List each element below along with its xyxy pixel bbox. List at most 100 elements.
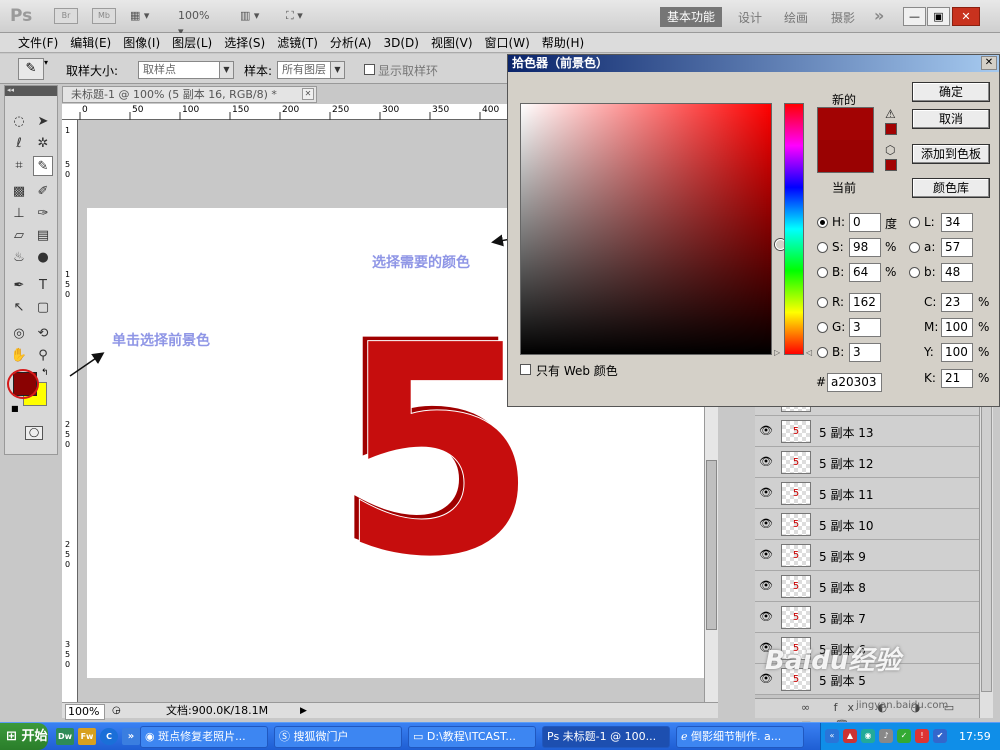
bridge-button[interactable]: Br — [54, 8, 78, 24]
tray-volume-icon[interactable]: ♪ — [879, 729, 893, 743]
eye-icon[interactable]: 👁 — [759, 456, 773, 468]
quick-mask-icon[interactable]: ◯ — [25, 426, 43, 440]
crop-tool-icon[interactable]: ⌗ — [9, 156, 29, 176]
color-libraries-button[interactable]: 颜色库 — [912, 178, 990, 198]
blue-input[interactable]: 3 — [849, 343, 881, 362]
pen-tool-icon[interactable]: ✒ — [9, 276, 29, 296]
eye-icon[interactable]: 👁 — [759, 549, 773, 561]
status-zoom[interactable]: 100% — [65, 704, 105, 720]
menu-window[interactable]: 窗口(W) — [479, 33, 536, 52]
lab-l-radio[interactable] — [909, 217, 920, 228]
red-radio[interactable] — [817, 297, 828, 308]
blue-radio[interactable] — [817, 347, 828, 358]
layer-row[interactable]: 👁 5 5 副本 10 — [755, 509, 979, 540]
menu-analysis[interactable]: 分析(A) — [324, 33, 378, 52]
dodge-tool-icon[interactable]: ● — [33, 248, 53, 268]
document-tab[interactable]: 未标题-1 @ 100% (5 副本 16, RGB/8) * ✕ — [62, 86, 317, 103]
arrange-documents-dropdown[interactable]: ▥ ▾ — [240, 8, 272, 24]
scrollbar-thumb[interactable] — [706, 460, 717, 630]
screen-mode-dropdown[interactable]: ⛶ ▾ — [286, 8, 320, 24]
shape-tool-icon[interactable]: ▢ — [33, 298, 53, 318]
tray-expand-icon[interactable]: « — [825, 729, 839, 743]
status-menu-arrow-icon[interactable]: ▶ — [300, 704, 307, 718]
taskbar-item[interactable]: Ⓢ 搜狐微门户 — [274, 726, 402, 748]
yellow-input[interactable]: 100 — [941, 343, 973, 362]
blur-tool-icon[interactable]: ♨ — [9, 248, 29, 268]
layer-row[interactable]: 👁 5 5 副本 7 — [755, 602, 979, 633]
eye-icon[interactable]: 👁 — [759, 425, 773, 437]
hue-slider-arrow-right-icon[interactable]: ◁ — [806, 348, 812, 357]
marquee-tool-icon[interactable]: ◌ — [9, 112, 29, 132]
eye-icon[interactable]: 👁 — [759, 487, 773, 499]
layer-row[interactable]: 👁 5 5 副本 13 — [755, 416, 979, 447]
workspace-essentials[interactable]: 基本功能 — [660, 7, 722, 27]
mini-bridge-button[interactable]: Mb — [92, 8, 116, 24]
gamut-color-swatch[interactable] — [885, 123, 897, 135]
hue-slider-arrow-left-icon[interactable]: ▷ — [774, 348, 780, 357]
eye-icon[interactable]: 👁 — [759, 580, 773, 592]
workspace-painting[interactable]: 绘画 — [784, 9, 808, 26]
saturation-radio[interactable] — [817, 242, 828, 253]
eraser-tool-icon[interactable]: ▱ — [9, 226, 29, 246]
taskbar-item-active[interactable]: Ps 未标题-1 @ 100... — [542, 726, 670, 748]
start-button[interactable]: ⊞ 开始 — [0, 723, 48, 750]
status-info-icon[interactable]: ◶ — [112, 704, 121, 718]
brush-tool-icon[interactable]: ✐ — [33, 182, 53, 202]
tray-network-icon[interactable]: ◉ — [861, 729, 875, 743]
brightness-input[interactable]: 64 — [849, 263, 881, 282]
cyan-input[interactable]: 23 — [941, 293, 973, 312]
preset-dropdown-arrow-icon[interactable]: ▾ — [44, 58, 48, 67]
more-workspaces-icon[interactable]: » — [874, 6, 884, 25]
menu-filter[interactable]: 滤镜(T) — [271, 33, 324, 52]
ok-button[interactable]: 确定 — [912, 82, 990, 102]
gradient-tool-icon[interactable]: ▤ — [33, 226, 53, 246]
cancel-button[interactable]: 取消 — [912, 109, 990, 129]
lasso-tool-icon[interactable]: ℓ — [9, 134, 29, 154]
menu-file[interactable]: 文件(F) — [12, 33, 64, 52]
layer-row[interactable]: 👁 5 5 副本 9 — [755, 540, 979, 571]
taskbar-item[interactable]: ▭ D:\教程\ITCAST... — [408, 726, 536, 748]
saturation-brightness-field[interactable] — [520, 103, 786, 355]
sample-select[interactable]: 所有图层 ▼ — [277, 61, 345, 79]
current-color-swatch[interactable] — [817, 140, 874, 173]
path-selection-tool-icon[interactable]: ↖ — [9, 298, 29, 318]
magenta-input[interactable]: 100 — [941, 318, 973, 337]
saturation-input[interactable]: 98 — [849, 238, 881, 257]
green-radio[interactable] — [817, 322, 828, 333]
close-icon[interactable]: ✕ — [981, 56, 997, 70]
brightness-radio[interactable] — [817, 267, 828, 278]
menu-3d[interactable]: 3D(D) — [377, 33, 424, 52]
default-colors-icon[interactable]: ■ — [11, 404, 19, 413]
hue-input[interactable]: 0 — [849, 213, 881, 232]
minimize-button[interactable]: — — [903, 7, 926, 26]
clone-stamp-tool-icon[interactable]: ⊥ — [9, 204, 29, 224]
menu-select[interactable]: 选择(S) — [218, 33, 271, 52]
layer-row[interactable]: 👁 5 5 副本 12 — [755, 447, 979, 478]
quick-selection-tool-icon[interactable]: ✲ — [33, 134, 53, 154]
eye-icon[interactable]: 👁 — [759, 518, 773, 530]
menu-help[interactable]: 帮助(H) — [536, 33, 590, 52]
history-brush-tool-icon[interactable]: ✑ — [33, 204, 53, 224]
tray-app-icon[interactable]: ▲ — [843, 729, 857, 743]
show-more-icon[interactable]: » — [122, 728, 140, 745]
browser-quicklaunch-icon[interactable]: C — [100, 728, 118, 745]
zoom-level-dropdown[interactable]: 100% ▾ — [178, 8, 218, 38]
type-tool-icon[interactable]: T — [33, 276, 53, 296]
green-input[interactable]: 3 — [849, 318, 881, 337]
move-tool-icon[interactable]: ➤ — [33, 112, 53, 132]
lab-b-radio[interactable] — [909, 267, 920, 278]
view-extras-dropdown[interactable]: ▦ ▾ — [130, 8, 162, 24]
web-colors-checkbox[interactable] — [520, 364, 531, 375]
tray-check-icon[interactable]: ✔ — [933, 729, 947, 743]
add-to-swatches-button[interactable]: 添加到色板 — [912, 144, 990, 164]
menu-layer[interactable]: 图层(L) — [166, 33, 218, 52]
black-input[interactable]: 21 — [941, 369, 973, 388]
hex-input[interactable]: a20303 — [827, 373, 882, 392]
fireworks-icon[interactable]: Fw — [78, 728, 96, 745]
3d-orbit-tool-icon[interactable]: ⟲ — [33, 324, 53, 344]
close-window-button[interactable]: ✕ — [952, 7, 980, 26]
tray-security-icon[interactable]: ✓ — [897, 729, 911, 743]
eyedropper-preset-icon[interactable]: ✎ — [18, 58, 44, 80]
hand-tool-icon[interactable]: ✋ — [9, 346, 29, 366]
restore-button[interactable]: ▣ — [927, 7, 950, 26]
